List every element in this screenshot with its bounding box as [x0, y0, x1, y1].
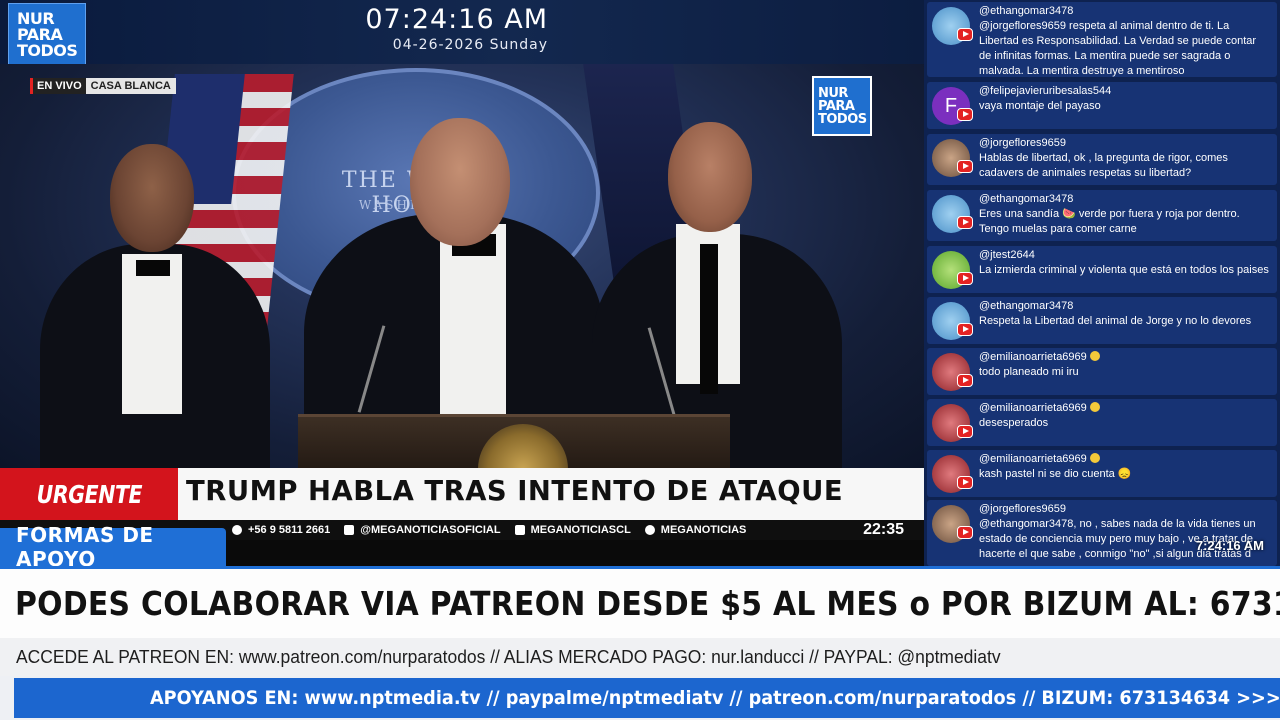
chat-overlay-time: 7:24:16 AM: [1195, 538, 1264, 553]
chat-username[interactable]: @ethangomar3478: [979, 5, 1073, 17]
logo-line: TODOS: [17, 41, 78, 60]
youtube-badge-icon: [957, 108, 973, 121]
person-head: [410, 118, 510, 246]
necktie: [700, 244, 718, 394]
ticker-text: APOYANOS EN: www.nptmedia.tv // paypalme…: [150, 687, 1280, 709]
chat-text: Eres una sandía 🍉 verde por fuera y roja…: [979, 208, 1240, 235]
bowtie: [136, 260, 170, 276]
chat-username[interactable]: @emilianoarrieta6969: [979, 351, 1100, 363]
member-badge-icon: [1089, 402, 1100, 412]
logo-line: TODOS: [818, 111, 867, 127]
chat-username[interactable]: @jorgeflores9659: [979, 503, 1066, 515]
social-label: @MEGANOTICIASOFICIAL: [360, 524, 501, 536]
youtube-badge-icon: [957, 28, 973, 41]
chat-username-text: @emilianoarrieta6969: [979, 351, 1087, 363]
top-header-band: NUR PARA TODOS 07:24:16 AM 04-26-2026 Su…: [0, 0, 924, 67]
clock: 07:24:16 AM 04-26-2026 Sunday: [365, 4, 548, 53]
member-badge-icon: [1089, 351, 1100, 361]
ticker-bar: APOYANOS EN: www.nptmedia.tv // paypalme…: [14, 678, 1280, 718]
youtube-badge-icon: [957, 216, 973, 229]
chat-message: @emilianoarrieta6969 kash pastel ni se d…: [927, 450, 1277, 497]
logo-line: PARA: [818, 98, 855, 114]
support-tab-label: FORMAS DE APOYO: [16, 523, 154, 571]
youtube-badge-icon: [957, 160, 973, 173]
chat-username[interactable]: @jtest2644: [979, 249, 1035, 261]
chat-message: @jorgeflores9659 @ethangomar3478, no , s…: [927, 500, 1277, 566]
nur-para-todos-logo: NUR PARA TODOS: [8, 3, 86, 67]
broadcast-time: 22:35: [863, 521, 904, 538]
news-headline: TRUMP HABLA TRAS INTENTO DE ATAQUE: [186, 474, 844, 507]
chat-message: @ethangomar3478 @jorgeflores9659 respeta…: [927, 2, 1277, 77]
chat-username-text: @emilianoarrieta6969: [979, 453, 1087, 465]
youtube-badge-icon: [957, 526, 973, 539]
spotify-icon: [644, 525, 655, 535]
support-tab: FORMAS DE APOYO: [0, 523, 226, 571]
donation-banner: PODES COLABORAR VIA PATREON DESDE $5 AL …: [0, 566, 1280, 638]
location-label: CASA BLANCA: [85, 78, 176, 94]
youtube-icon: [344, 525, 355, 535]
video-player[interactable]: THE WHITE HOUSE WASHINGTON EN VIVO CASA …: [0, 64, 924, 470]
chat-username[interactable]: @emilianoarrieta6969: [979, 402, 1100, 414]
chat-message: @jorgeflores9659 Hablas de libertad, ok …: [927, 134, 1277, 185]
clock-time: 07:24:16 AM: [365, 4, 548, 35]
chat-message: @emilianoarrieta6969 desesperados: [927, 399, 1277, 446]
person-head: [110, 144, 194, 252]
member-badge-icon: [1089, 453, 1100, 463]
chat-text: todo planeado mi iru: [979, 366, 1079, 378]
chat-username[interactable]: @felipejavieruribesalas544: [979, 85, 1111, 97]
support-info-text: ACCEDE AL PATREON EN: www.patreon.com/nu…: [16, 646, 1001, 667]
social-item: @MEGANOTICIASOFICIAL: [344, 524, 501, 536]
chat-username[interactable]: @emilianoarrieta6969: [979, 453, 1100, 465]
chat-message: @ethangomar3478 Respeta la Libertad del …: [927, 297, 1277, 344]
lower-third: URGENTE TRUMP HABLA TRAS INTENTO DE ATAQ…: [0, 468, 924, 520]
chat-text: Hablas de libertad, ok , la pregunta de …: [979, 152, 1228, 179]
social-item: +56 9 5811 2661: [232, 524, 330, 536]
donation-banner-text: PODES COLABORAR VIA PATREON DESDE $5 AL …: [15, 584, 1280, 623]
channel-logo-overlay: NUR PARA TODOS: [812, 76, 872, 136]
ticker-wrap: APOYANOS EN: www.nptmedia.tv // paypalme…: [0, 676, 1280, 720]
social-label: MEGANOTICIAS: [660, 524, 747, 536]
youtube-badge-icon: [957, 323, 973, 336]
urgent-tag: URGENTE: [0, 468, 178, 520]
chat-username[interactable]: @ethangomar3478: [979, 193, 1073, 205]
social-label: +56 9 5811 2661: [248, 524, 331, 536]
chat-text: Respeta la Libertad del animal de Jorge …: [979, 315, 1252, 327]
avatar-letter: F: [944, 94, 958, 117]
live-label: EN VIVO: [30, 78, 86, 94]
chat-message: F @felipejavieruribesalas544 vaya montaj…: [927, 82, 1277, 129]
chat-text: desesperados: [979, 417, 1049, 429]
clock-date: 04-26-2026 Sunday: [392, 37, 548, 53]
social-label: MEGANOTICIASCL: [530, 524, 631, 536]
chat-text: La izmierda criminal y violenta que está…: [979, 264, 1269, 276]
chat-text: vaya montaje del payaso: [979, 100, 1101, 112]
urgent-label: URGENTE: [36, 479, 142, 509]
live-chat-panel[interactable]: @ethangomar3478 @jorgeflores9659 respeta…: [924, 0, 1280, 566]
chat-username-text: @emilianoarrieta6969: [979, 402, 1087, 414]
person-head: [668, 122, 752, 232]
chat-text: kash pastel ni se dio cuenta 😞: [979, 468, 1132, 480]
chat-message: @jtest2644 La izmierda criminal y violen…: [927, 246, 1277, 293]
youtube-badge-icon: [957, 476, 973, 489]
youtube-badge-icon: [957, 374, 973, 387]
live-tag: EN VIVO CASA BLANCA: [30, 78, 176, 94]
social-item: MEGANOTICIASCL: [514, 524, 631, 536]
youtube-badge-icon: [957, 272, 973, 285]
stream-screen: NUR PARA TODOS 07:24:16 AM 04-26-2026 Su…: [0, 0, 1280, 720]
shirt: [122, 254, 182, 414]
chat-message: @emilianoarrieta6969 todo planeado mi ir…: [927, 348, 1277, 395]
youtube-badge-icon: [957, 425, 973, 438]
chat-message: @ethangomar3478 Eres una sandía 🍉 verde …: [927, 190, 1277, 241]
chat-username[interactable]: @jorgeflores9659: [979, 137, 1066, 149]
whatsapp-icon: [232, 525, 242, 535]
logo-line: NUR: [818, 85, 848, 101]
social-item: MEGANOTICIAS: [644, 524, 747, 536]
tiktok-icon: [514, 525, 525, 535]
chat-username[interactable]: @ethangomar3478: [979, 300, 1073, 312]
support-info-banner: ACCEDE AL PATREON EN: www.patreon.com/nu…: [0, 638, 1280, 676]
chat-text: @jorgeflores9659 respeta al animal dentr…: [979, 20, 1257, 77]
